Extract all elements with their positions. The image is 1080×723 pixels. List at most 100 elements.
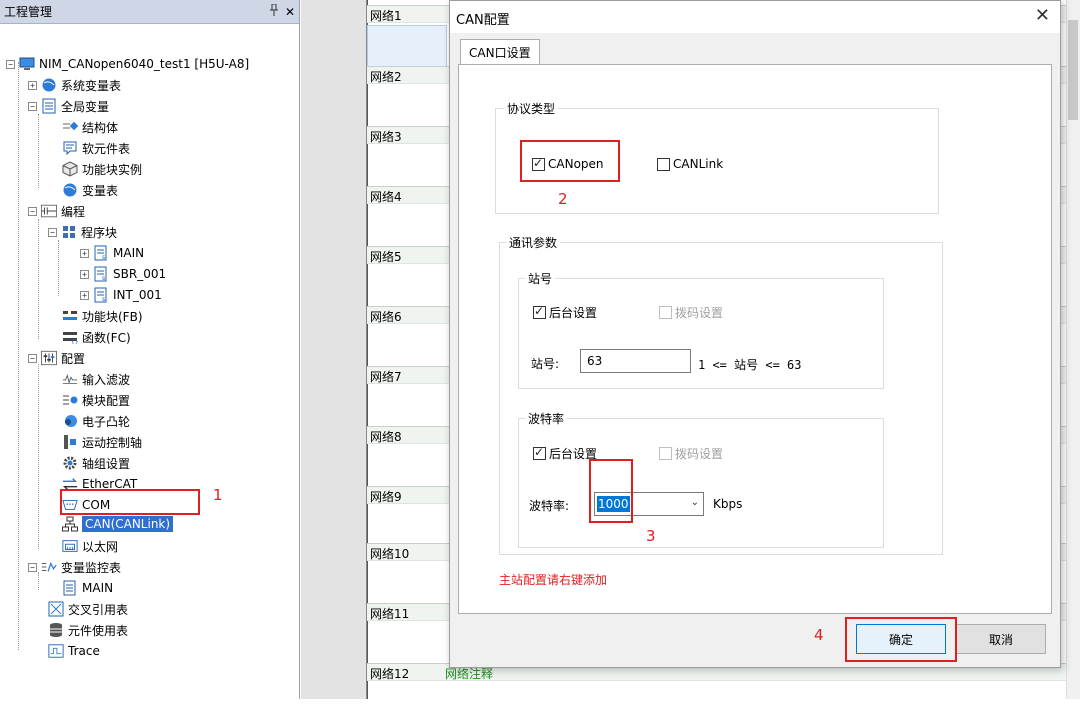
highlight-box-canopen <box>520 140 620 182</box>
tree-item-soft-elements[interactable]: 软元件表 <box>62 138 130 158</box>
tree-label: 输入滤波 <box>82 372 131 387</box>
tree-item-project[interactable]: − NIM_CANopen6040_test1 [H5U-A8] <box>6 54 249 74</box>
tree-item-ethernet[interactable]: 以太网 <box>62 536 118 556</box>
pin-icon[interactable] <box>269 3 279 19</box>
cube-icon <box>62 161 78 177</box>
tree-item-motion-axis[interactable]: 运动控制轴 <box>62 432 142 452</box>
tree-item-struct[interactable]: 结构体 <box>62 117 118 137</box>
network-row[interactable]: 网络12 网络注释 <box>367 663 1080 723</box>
collapse-icon[interactable]: − <box>6 59 15 69</box>
station-range-hint: 1 <= 站号 <= 63 <box>698 358 802 372</box>
station-input[interactable]: 63 <box>580 349 691 373</box>
checkbox-label: CANLink <box>673 157 724 171</box>
fb-icon <box>62 308 78 324</box>
tree-item-axis-group[interactable]: 轴组设置 <box>62 453 130 473</box>
collapse-icon[interactable]: − <box>28 206 37 216</box>
vertical-scrollbar[interactable] <box>1066 0 1080 699</box>
tab-panel: 协议类型 CANopen CANLink 通讯参数 站号 后台设置 拨码设置 站… <box>458 64 1052 614</box>
module-icon <box>62 392 78 408</box>
tree-item-fb-instance[interactable]: 功能块实例 <box>62 159 142 179</box>
tree-label: Trace <box>68 644 100 658</box>
tree-label: 元件使用表 <box>68 623 129 638</box>
axis-icon <box>62 434 78 450</box>
collapse-icon[interactable]: − <box>28 562 37 572</box>
tree-item-input-filter[interactable]: 输入滤波 <box>62 369 130 389</box>
checkbox-disabled[interactable] <box>659 306 672 319</box>
network-label: 网络3 <box>370 130 402 144</box>
tree-item-module-config[interactable]: 模块配置 <box>62 390 130 410</box>
cancel-button[interactable]: 取消 <box>956 624 1046 654</box>
collapse-icon[interactable]: − <box>48 227 57 237</box>
chevron-down-icon[interactable]: ⌄ <box>691 497 699 508</box>
expand-icon[interactable]: + <box>28 80 37 90</box>
tree-item-config[interactable]: − 配置 <box>28 348 85 368</box>
network-label: 网络2 <box>370 70 402 84</box>
panel-close-icon[interactable]: ✕ <box>285 5 295 19</box>
globe-icon <box>62 182 78 198</box>
checkbox-checked[interactable] <box>533 445 546 460</box>
cell-selection[interactable] <box>367 25 447 69</box>
tree-item-usage-table[interactable]: 元件使用表 <box>48 620 128 640</box>
station-dip-checkbox[interactable]: 拨码设置 <box>659 304 723 321</box>
canlink-checkbox[interactable]: CANLink <box>657 157 723 171</box>
network-label: 网络9 <box>370 490 402 504</box>
tree-label: 轴组设置 <box>82 456 131 471</box>
close-icon[interactable]: ✕ <box>1035 5 1050 26</box>
annotation-2: 2 <box>558 190 568 208</box>
network-label: 网络11 <box>370 607 410 621</box>
tree-item-watch-main[interactable]: MAIN <box>62 578 113 598</box>
tree-item-fb[interactable]: 功能块(FB) <box>62 306 143 326</box>
monitor-icon <box>41 559 57 575</box>
network-icon <box>62 516 78 532</box>
tree-item-trace[interactable]: Trace <box>48 641 100 661</box>
config-icon <box>41 350 57 366</box>
tree-item-var-table[interactable]: 变量表 <box>62 180 118 200</box>
tree-label: 功能块(FB) <box>82 309 143 324</box>
tree-item-system-vars[interactable]: + 系统变量表 <box>28 75 121 95</box>
tree-item-watch-table[interactable]: − 变量监控表 <box>28 557 121 577</box>
annotation-4: 4 <box>814 626 824 644</box>
checkbox-label: 拨码设置 <box>675 447 724 461</box>
memo-icon <box>62 140 78 156</box>
scroll-thumb[interactable] <box>1068 20 1078 120</box>
network-label: 网络10 <box>370 547 410 561</box>
project-tree: − NIM_CANopen6040_test1 [H5U-A8] + 系统变量表… <box>0 24 299 658</box>
baud-bg-checkbox[interactable]: 后台设置 <box>533 445 597 462</box>
blocks-icon <box>61 224 77 240</box>
tree-item-programming[interactable]: − 编程 <box>28 201 85 221</box>
cam-icon <box>62 413 78 429</box>
collapse-icon[interactable]: − <box>28 101 37 111</box>
project-panel: 工程管理 ✕ − NIM_CANopen6040_test1 [H5U-A8] … <box>0 0 300 699</box>
station-bg-checkbox[interactable]: 后台设置 <box>533 304 597 321</box>
expand-icon[interactable]: + <box>80 290 89 300</box>
baud-dip-checkbox[interactable]: 拨码设置 <box>659 445 723 462</box>
tree-item-main[interactable]: + s MAIN <box>80 243 144 263</box>
tree-item-can[interactable]: CAN(CANLink) <box>62 514 174 534</box>
program-icon <box>62 580 78 596</box>
dialog-titlebar[interactable]: CAN配置 ✕ <box>450 1 1060 33</box>
checkbox-checked[interactable] <box>533 304 546 319</box>
tab-can-port-settings[interactable]: CAN口设置 <box>460 39 540 65</box>
checkbox-unchecked[interactable] <box>657 157 670 171</box>
tree-item-e-cam[interactable]: 电子凸轮 <box>62 411 130 431</box>
svg-text:{}: {} <box>71 339 78 344</box>
expand-icon[interactable]: + <box>80 269 89 279</box>
tree-item-crossref[interactable]: 交叉引用表 <box>48 599 128 619</box>
network-label: 网络7 <box>370 370 402 384</box>
checkbox-disabled[interactable] <box>659 447 672 460</box>
tree-item-sbr001[interactable]: + s SBR_001 <box>80 264 166 284</box>
tree-item-global-vars[interactable]: − 全局变量 <box>28 96 109 116</box>
panel-title: 工程管理 <box>4 5 53 19</box>
tree-item-program-blocks[interactable]: − 程序块 <box>48 222 117 242</box>
station-label: 站号: <box>531 357 560 371</box>
tree-label: 结构体 <box>82 120 119 135</box>
network-label: 网络12 <box>370 667 410 681</box>
program-icon: s <box>93 266 109 282</box>
tree-item-fc[interactable]: {} 函数(FC) <box>62 327 131 347</box>
collapse-icon[interactable]: − <box>28 353 37 363</box>
tree-label: 软元件表 <box>82 141 131 156</box>
tree-item-int001[interactable]: + s INT_001 <box>80 285 162 305</box>
expand-icon[interactable]: + <box>80 248 89 258</box>
tree-label: MAIN <box>82 581 114 595</box>
group-title: 协议类型 <box>504 100 559 117</box>
